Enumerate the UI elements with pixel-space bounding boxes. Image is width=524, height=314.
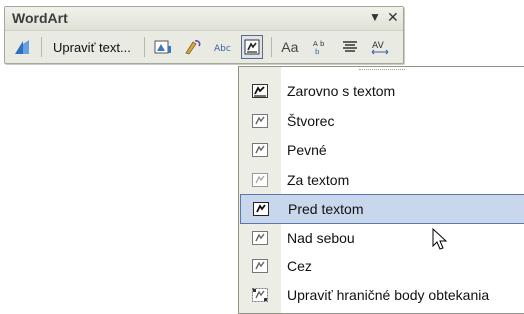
insert-wordart-button[interactable] [11,35,33,59]
menu-item-label: Za textom [287,172,350,188]
menu-item-label: Pred textom [288,201,364,217]
menu-grip[interactable] [359,69,405,72]
menu-item-label: Cez [287,258,312,274]
in-front-of-text-icon [252,201,270,217]
menu-item-through[interactable]: Cez [241,252,524,280]
svg-text:b: b [315,48,320,56]
menu-item-top-and-bottom[interactable]: Nad sebou [241,224,524,252]
menu-item-label: Upraviť hraničné body obtekania [287,287,490,303]
in-line-with-text-icon [251,83,269,99]
insert-wordart-icon [15,40,29,54]
same-letter-heights-button[interactable]: Aa [278,35,302,59]
menu-item-label: Pevné [287,142,327,158]
character-spacing-icon: AV [371,41,389,55]
text-wrapping-icon [244,39,260,55]
toolbar-options-icon[interactable]: ▼ [369,10,381,24]
text-wrapping-button[interactable] [240,35,263,59]
svg-text:A: A [313,40,318,48]
wordart-shape-button[interactable]: Abc [211,35,235,59]
edit-text-button[interactable]: Upraviť text... [48,35,136,59]
vertical-text-button[interactable]: A b b [308,35,332,59]
wordart-toolbar: WordArt ▼ ✕ Upraviť text... Abc Aa A b b… [4,6,404,64]
toolbar-separator [270,37,272,57]
wordart-gallery-button[interactable] [151,35,175,59]
format-wordart-icon [185,40,201,55]
alignment-button[interactable] [338,35,362,59]
svg-text:AV: AV [372,41,385,51]
svg-text:b: b [320,40,325,48]
wordart-shape-icon: Abc [214,44,231,54]
menu-item-behind-text[interactable]: Za textom [241,166,524,194]
edit-text-label: Upraviť text... [53,39,131,55]
menu-item-in-front-of-text[interactable]: Pred textom [240,194,524,224]
tight-wrap-icon [251,142,269,158]
menu-item-square[interactable]: Štvorec [241,107,524,135]
close-icon[interactable]: ✕ [387,9,399,26]
alignment-icon [342,41,357,52]
text-wrapping-menu: Zarovno s textom Štvorec Pevné Za textom… [238,66,524,314]
character-spacing-button[interactable]: AV [368,35,392,59]
wordart-gallery-icon [154,40,171,54]
menu-item-label: Nad sebou [287,230,355,246]
toolbar-separator [41,37,42,57]
menu-item-in-line-with-text[interactable]: Zarovno s textom [241,77,524,105]
menu-item-tight[interactable]: Pevné [241,136,524,164]
format-wordart-button[interactable] [181,35,205,59]
svg-text:Abc: Abc [214,44,231,54]
menu-item-label: Štvorec [287,113,335,129]
menu-item-label: Zarovno s textom [287,83,396,99]
toolbar-title-bar[interactable]: WordArt ▼ ✕ [5,7,403,31]
toolbar-buttons: Upraviť text... Abc Aa A b b AV [11,35,399,59]
mouse-cursor-icon [432,228,448,250]
toolbar-separator [143,37,145,57]
top-bottom-wrap-icon [251,230,269,246]
through-wrap-icon [251,258,269,274]
same-letter-heights-icon: Aa [281,39,299,55]
behind-text-icon [251,172,269,188]
toolbar-title: WordArt [12,10,68,26]
menu-item-edit-wrap-points[interactable]: Upraviť hraničné body obtekania [241,281,524,309]
vertical-text-icon: A b b [313,40,325,56]
edit-wrap-points-icon [251,287,269,303]
square-wrap-icon [251,113,269,129]
